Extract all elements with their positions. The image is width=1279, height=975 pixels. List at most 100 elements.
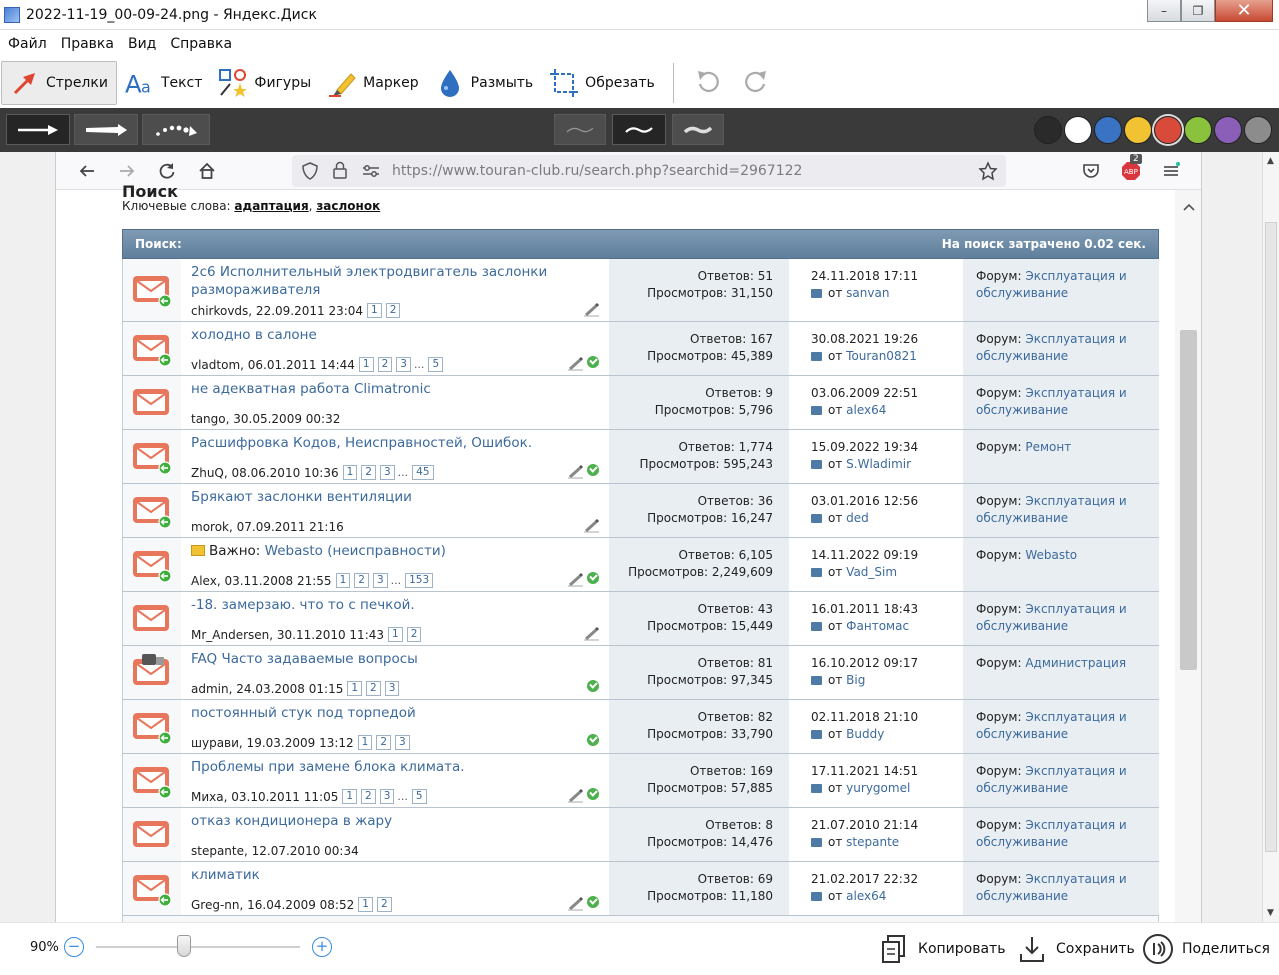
- permissions-icon[interactable]: [362, 163, 380, 182]
- page-link[interactable]: 2: [376, 735, 392, 750]
- go-to-last-post-icon[interactable]: [811, 514, 822, 523]
- page-link[interactable]: 1: [335, 573, 351, 588]
- go-to-last-post-icon[interactable]: [811, 676, 822, 685]
- page-scrollbar-thumb[interactable]: [1180, 330, 1197, 670]
- page-link[interactable]: 1: [347, 681, 363, 696]
- undo-button[interactable]: [684, 61, 732, 105]
- page-link[interactable]: 2: [354, 573, 369, 588]
- tool-marker[interactable]: Маркер: [319, 61, 427, 105]
- adblock-extension-icon[interactable]: ABP 2: [1118, 154, 1144, 184]
- thread-title-link[interactable]: 2с6 Исполнительный электродвигатель засл…: [191, 264, 547, 298]
- page-link[interactable]: 153: [405, 573, 434, 588]
- go-to-last-post-icon[interactable]: [811, 289, 822, 298]
- menu-help[interactable]: Справка: [170, 36, 232, 52]
- back-icon[interactable]: [74, 158, 100, 184]
- tool-blur[interactable]: Размыть: [427, 61, 542, 105]
- last-post-user-link[interactable]: yurygomel: [846, 781, 910, 795]
- go-to-last-post-icon[interactable]: [811, 406, 822, 415]
- home-icon[interactable]: [194, 158, 220, 184]
- page-link[interactable]: 1: [357, 735, 373, 750]
- menu-file[interactable]: Файл: [8, 36, 47, 52]
- thread-title-link[interactable]: отказ кондиционера в жару: [191, 813, 392, 829]
- menu-icon[interactable]: [1158, 158, 1184, 184]
- zoom-slider[interactable]: [96, 946, 300, 948]
- go-to-last-post-icon[interactable]: [811, 838, 822, 847]
- page-link[interactable]: 2: [385, 303, 401, 318]
- page-link[interactable]: 5: [428, 357, 444, 372]
- page-link[interactable]: 45: [412, 465, 434, 480]
- page-link[interactable]: 3: [379, 789, 395, 804]
- line-width-medium-button[interactable]: [612, 114, 666, 145]
- page-link[interactable]: 1: [342, 465, 358, 480]
- go-to-last-post-icon[interactable]: [811, 460, 822, 469]
- menu-view[interactable]: Вид: [128, 36, 156, 52]
- page-link[interactable]: 1: [342, 789, 358, 804]
- color-swatch[interactable]: [1244, 116, 1272, 144]
- last-post-user-link[interactable]: sanvan: [846, 286, 889, 300]
- page-link[interactable]: 2: [406, 627, 422, 642]
- last-post-user-link[interactable]: Фантомас: [846, 619, 909, 633]
- save-button[interactable]: Сохранить: [1016, 933, 1135, 965]
- go-to-last-post-icon[interactable]: [811, 352, 822, 361]
- page-link[interactable]: 5: [411, 789, 427, 804]
- arrow-style-thin-button[interactable]: [6, 114, 70, 145]
- last-post-user-link[interactable]: alex64: [846, 403, 886, 417]
- last-post-user-link[interactable]: Vad_Sim: [846, 565, 897, 579]
- go-to-last-post-icon[interactable]: [811, 784, 822, 793]
- page-link[interactable]: 3: [372, 573, 388, 588]
- color-swatch[interactable]: [1064, 116, 1092, 144]
- shield-icon[interactable]: [302, 162, 318, 184]
- thread-title-link[interactable]: холодно в салоне: [191, 327, 317, 343]
- maximize-button[interactable]: ❐: [1181, 0, 1215, 22]
- page-link[interactable]: 2: [377, 357, 393, 372]
- last-post-user-link[interactable]: stepante: [846, 835, 899, 849]
- thread-title-link[interactable]: Расшифровка Кодов, Неисправностей, Ошибо…: [191, 435, 532, 451]
- thread-title-link[interactable]: -18. замерзаю. что то с печкой.: [191, 597, 415, 613]
- scroll-down-arrow-icon[interactable]: ▼: [1267, 908, 1274, 918]
- line-width-thin-button[interactable]: [554, 114, 606, 145]
- page-link[interactable]: 2: [376, 897, 392, 912]
- forum-link[interactable]: Webasto: [1025, 548, 1077, 562]
- tool-arrows[interactable]: Стрелки: [1, 61, 117, 105]
- page-scrollbar[interactable]: [1175, 190, 1201, 922]
- last-post-user-link[interactable]: alex64: [846, 889, 886, 903]
- minimize-button[interactable]: –: [1147, 0, 1181, 22]
- arrow-style-thick-button[interactable]: [74, 114, 138, 145]
- viewer-scrollbar-thumb[interactable]: [1265, 222, 1277, 852]
- address-bar[interactable]: https://www.touran-club.ru/search.php?se…: [292, 155, 1006, 187]
- page-link[interactable]: 2: [361, 789, 376, 804]
- thread-title-link[interactable]: Брякают заслонки вентиляции: [191, 489, 412, 505]
- page-link[interactable]: 1: [358, 357, 374, 372]
- last-post-user-link[interactable]: Buddy: [846, 727, 884, 741]
- zoom-out-button[interactable]: −: [64, 937, 84, 957]
- color-swatch[interactable]: [1094, 116, 1122, 144]
- tool-text[interactable]: Aa Текст: [117, 61, 210, 105]
- page-link[interactable]: 1: [388, 627, 403, 642]
- color-swatch[interactable]: [1214, 116, 1242, 144]
- thread-title-link[interactable]: климатик: [191, 867, 260, 883]
- reload-icon[interactable]: [154, 158, 180, 184]
- tool-crop[interactable]: Обрезать: [541, 61, 663, 105]
- thread-title-link[interactable]: Webasto (неисправности): [265, 543, 446, 559]
- color-swatch[interactable]: [1154, 116, 1182, 144]
- go-to-last-post-icon[interactable]: [811, 622, 822, 631]
- menu-edit[interactable]: Правка: [61, 36, 114, 52]
- thread-title-link[interactable]: не адекватная работа Climatronic: [191, 381, 431, 397]
- color-swatch[interactable]: [1034, 116, 1062, 144]
- page-link[interactable]: 3: [384, 681, 400, 696]
- bookmark-star-icon[interactable]: [978, 161, 998, 185]
- arrow-style-dotted-button[interactable]: [142, 114, 210, 145]
- page-link[interactable]: 2: [361, 465, 376, 480]
- go-to-last-post-icon[interactable]: [811, 892, 822, 901]
- page-link[interactable]: 3: [379, 465, 395, 480]
- color-swatch[interactable]: [1184, 116, 1212, 144]
- zoom-in-button[interactable]: +: [312, 937, 332, 957]
- tool-shapes[interactable]: Фигуры: [210, 61, 319, 105]
- forward-icon[interactable]: [114, 158, 140, 184]
- keyword-link[interactable]: заслонок: [316, 199, 380, 213]
- thread-title-link[interactable]: постоянный стук под торпедой: [191, 705, 416, 721]
- thread-title-link[interactable]: FAQ Часто задаваемые вопросы: [191, 651, 418, 667]
- last-post-user-link[interactable]: ded: [846, 511, 869, 525]
- page-link[interactable]: 3: [395, 735, 410, 750]
- share-button[interactable]: Поделиться: [1142, 933, 1270, 965]
